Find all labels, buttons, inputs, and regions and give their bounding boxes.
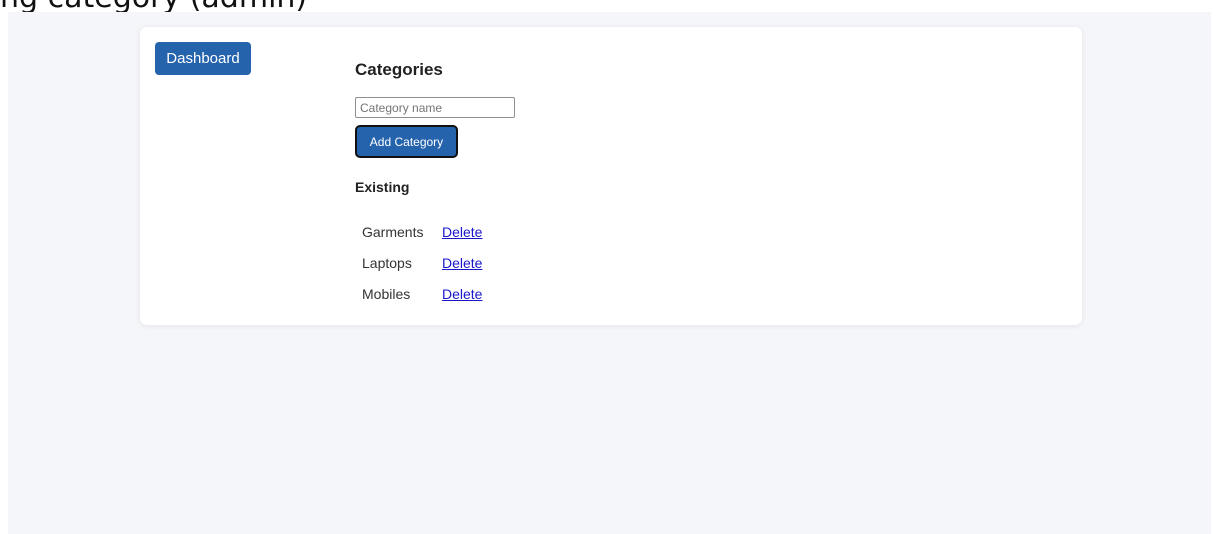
delete-link[interactable]: Delete [442, 255, 482, 271]
list-item: Garments Delete [362, 220, 562, 251]
add-category-button[interactable]: Add Category [355, 125, 458, 158]
category-name: Garments [362, 224, 424, 240]
content-card: Dashboard Categories Add Category Existi… [140, 27, 1082, 325]
category-name: Laptops [362, 255, 412, 271]
list-item: Laptops Delete [362, 251, 562, 282]
existing-heading: Existing [355, 179, 410, 195]
app-viewport: Dashboard Categories Add Category Existi… [8, 12, 1211, 534]
delete-link[interactable]: Delete [442, 224, 482, 240]
dashboard-button[interactable]: Dashboard [155, 42, 251, 75]
page-title: Categories [355, 60, 443, 79]
category-name-input[interactable] [355, 97, 515, 118]
category-name: Mobiles [362, 286, 411, 302]
delete-link[interactable]: Delete [442, 286, 482, 302]
category-list: Garments Delete Laptops Delete Mobiles D… [362, 220, 562, 313]
list-item: Mobiles Delete [362, 282, 562, 313]
